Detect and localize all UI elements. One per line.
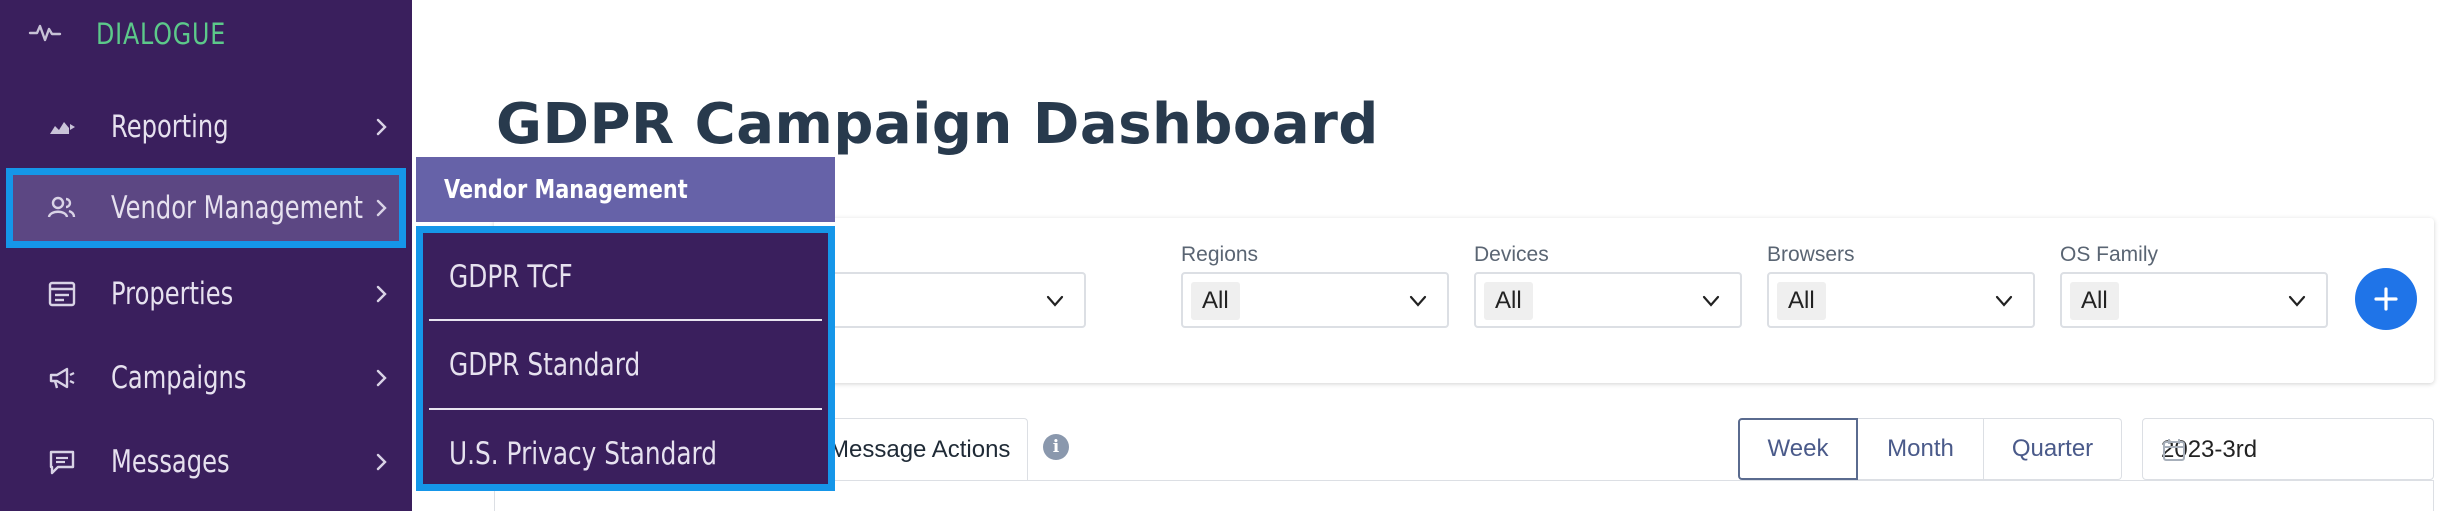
submenu-item-label: GDPR Standard — [449, 347, 641, 383]
chart-icon — [46, 111, 78, 143]
sidebar-item-properties[interactable]: Properties — [6, 254, 406, 334]
sidebar-item-label: Properties — [111, 276, 234, 312]
browsers-value: All — [1777, 282, 1826, 320]
brand[interactable]: DIALOGUE — [28, 14, 255, 54]
submenu-item-label: U.S. Privacy Standard — [449, 436, 718, 472]
chevron-down-icon — [2286, 290, 2308, 312]
devices-label: Devices — [1474, 243, 1549, 266]
sidebar-item-label: Vendor Management — [111, 190, 363, 226]
date-picker[interactable]: 2023-3rd — [2142, 418, 2434, 480]
brand-name: DIALOGUE — [96, 17, 227, 51]
month-button[interactable]: Month — [1858, 418, 1984, 480]
chevron-right-icon — [370, 451, 392, 473]
sidebar-item-campaigns[interactable]: Campaigns — [6, 338, 406, 418]
chevron-right-icon — [370, 197, 392, 219]
chevron-right-icon — [370, 283, 392, 305]
megaphone-icon — [46, 362, 78, 394]
message-icon — [46, 446, 78, 478]
tab-label: Message Actions — [829, 435, 1011, 463]
submenu-item-us-privacy-standard[interactable]: U.S. Privacy Standard — [423, 410, 828, 498]
devices-value: All — [1484, 282, 1533, 320]
sidebar-item-label: Messages — [111, 444, 230, 480]
quarter-button[interactable]: Quarter — [1984, 418, 2122, 480]
browsers-select[interactable]: All — [1767, 272, 2035, 328]
flyout-header: Vendor Management — [416, 157, 835, 222]
add-filter-button[interactable] — [2355, 268, 2417, 330]
regions-value: All — [1191, 282, 1240, 320]
os-family-label: OS Family — [2060, 243, 2159, 266]
submenu-item-gdpr-tcf[interactable]: GDPR TCF — [423, 233, 828, 321]
calendar-icon[interactable] — [2161, 437, 2187, 463]
plus-icon — [2374, 287, 2398, 311]
week-button[interactable]: Week — [1738, 418, 1858, 480]
chevron-down-icon — [1044, 290, 1066, 312]
sidebar-item-label: Campaigns — [111, 360, 247, 396]
os-family-select[interactable]: All — [2060, 272, 2328, 328]
sidebar: DIALOGUE Reporting Vendor Management Pro… — [0, 0, 412, 511]
submenu-item-label: GDPR TCF — [449, 259, 573, 295]
pulse-icon — [28, 20, 62, 49]
sidebar-item-label: Reporting — [111, 109, 229, 145]
sidebar-item-vendor-management[interactable]: Vendor Management — [6, 168, 406, 248]
flyout-title: Vendor Management — [444, 174, 688, 205]
chevron-down-icon — [1700, 290, 1722, 312]
sidebar-item-messages[interactable]: Messages — [6, 422, 406, 502]
browsers-label: Browsers — [1767, 243, 1855, 266]
chevron-down-icon — [1407, 290, 1429, 312]
sidebar-item-reporting[interactable]: Reporting — [6, 87, 406, 167]
properties-icon — [46, 278, 78, 310]
chevron-down-icon — [1993, 290, 2015, 312]
devices-select[interactable]: All — [1474, 272, 1742, 328]
chevron-right-icon — [370, 367, 392, 389]
period-toggle: Week Month Quarter — [1738, 418, 2122, 480]
info-icon[interactable]: i — [1043, 434, 1069, 460]
users-icon — [46, 192, 78, 224]
submenu-item-gdpr-standard[interactable]: GDPR Standard — [423, 321, 828, 409]
regions-select[interactable]: All — [1181, 272, 1449, 328]
regions-label: Regions — [1181, 243, 1259, 266]
vendor-management-submenu: GDPR TCF GDPR Standard U.S. Privacy Stan… — [416, 226, 835, 491]
page-title: GDPR Campaign Dashboard — [496, 92, 1379, 157]
os-family-value: All — [2070, 282, 2119, 320]
chevron-right-icon — [370, 116, 392, 138]
